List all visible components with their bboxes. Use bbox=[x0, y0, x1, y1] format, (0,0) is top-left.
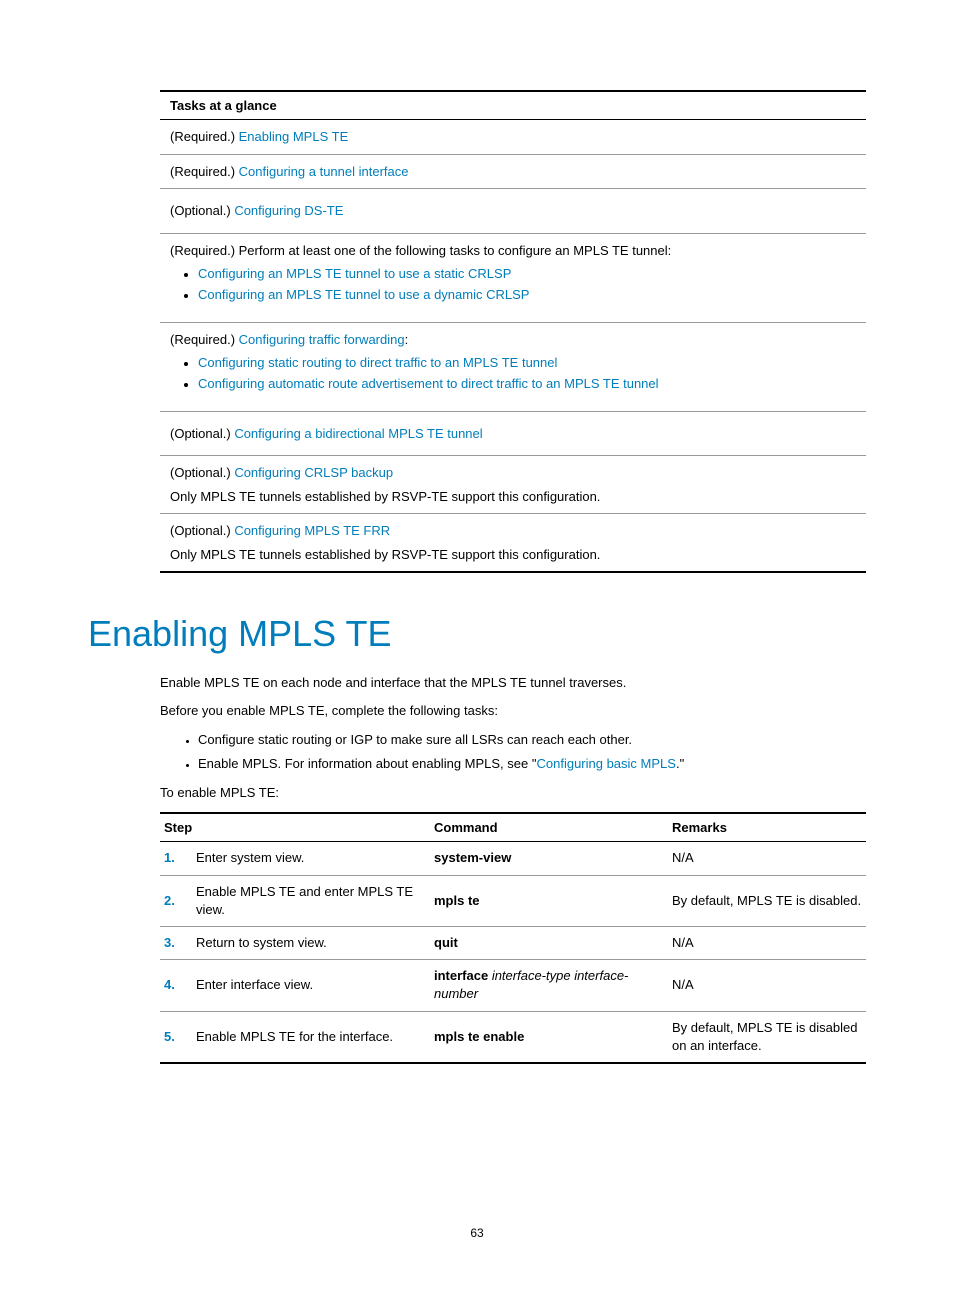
task-bullet-link[interactable]: Configuring automatic route advertisemen… bbox=[198, 376, 659, 391]
step-number: 4. bbox=[160, 960, 192, 1011]
section-heading: Enabling MPLS TE bbox=[88, 613, 866, 655]
task-suffix: : bbox=[405, 332, 409, 347]
task-note: Only MPLS TE tunnels established by RSVP… bbox=[170, 487, 856, 507]
task-row: (Required.) Perform at least one of the … bbox=[160, 233, 866, 322]
step-command: mpls te bbox=[430, 875, 668, 926]
step-number: 3. bbox=[160, 927, 192, 960]
task-row: (Required.) Enabling MPLS TE bbox=[160, 120, 866, 155]
step-desc: Return to system view. bbox=[192, 927, 430, 960]
task-prefix: (Required.) Perform at least one of the … bbox=[170, 243, 671, 258]
task-bullet-link[interactable]: Configuring static routing to direct tra… bbox=[198, 355, 557, 370]
body-paragraph: To enable MPLS TE: bbox=[160, 783, 866, 803]
task-link[interactable]: Configuring CRLSP backup bbox=[234, 465, 393, 480]
task-link[interactable]: Configuring DS-TE bbox=[234, 203, 343, 218]
step-number: 5. bbox=[160, 1011, 192, 1063]
task-prefix: (Optional.) bbox=[170, 523, 234, 538]
task-row: (Optional.) Configuring DS-TE bbox=[160, 189, 866, 234]
task-prefix: (Required.) bbox=[170, 129, 239, 144]
task-note: Only MPLS TE tunnels established by RSVP… bbox=[170, 545, 856, 565]
task-link[interactable]: Configuring MPLS TE FRR bbox=[234, 523, 390, 538]
task-prefix: (Optional.) bbox=[170, 203, 234, 218]
step-number: 2. bbox=[160, 875, 192, 926]
list-item: Enable MPLS. For information about enabl… bbox=[198, 752, 866, 775]
tasks-header: Tasks at a glance bbox=[160, 91, 866, 120]
step-desc: Enable MPLS TE and enter MPLS TE view. bbox=[192, 875, 430, 926]
steps-header-remarks: Remarks bbox=[668, 813, 866, 842]
step-desc: Enable MPLS TE for the interface. bbox=[192, 1011, 430, 1063]
step-desc: Enter system view. bbox=[192, 842, 430, 875]
list-text: ." bbox=[676, 756, 684, 771]
step-command: system-view bbox=[430, 842, 668, 875]
steps-table: Step Command Remarks 1. Enter system vie… bbox=[160, 812, 866, 1064]
body-paragraph: Enable MPLS TE on each node and interfac… bbox=[160, 673, 866, 693]
task-bullet-link[interactable]: Configuring an MPLS TE tunnel to use a d… bbox=[198, 287, 529, 302]
step-desc: Enter interface view. bbox=[192, 960, 430, 1011]
step-remarks: By default, MPLS TE is disabled on an in… bbox=[668, 1011, 866, 1063]
page-number: 63 bbox=[0, 1226, 954, 1240]
task-prefix: (Optional.) bbox=[170, 465, 234, 480]
step-remarks: N/A bbox=[668, 842, 866, 875]
step-number: 1. bbox=[160, 842, 192, 875]
task-row: (Optional.) Configuring CRLSP backup Onl… bbox=[160, 456, 866, 514]
body-paragraph: Before you enable MPLS TE, complete the … bbox=[160, 701, 866, 721]
step-command: quit bbox=[430, 927, 668, 960]
task-link[interactable]: Enabling MPLS TE bbox=[239, 129, 349, 144]
task-row: (Optional.) Configuring a bidirectional … bbox=[160, 411, 866, 456]
steps-header-step: Step bbox=[160, 813, 430, 842]
task-prefix: (Optional.) bbox=[170, 426, 234, 441]
task-prefix: (Required.) bbox=[170, 332, 239, 347]
step-remarks: N/A bbox=[668, 960, 866, 1011]
task-link[interactable]: Configuring a bidirectional MPLS TE tunn… bbox=[234, 426, 482, 441]
inline-link[interactable]: Configuring basic MPLS bbox=[536, 756, 675, 771]
step-remarks: N/A bbox=[668, 927, 866, 960]
list-text: Enable MPLS. For information about enabl… bbox=[198, 756, 536, 771]
step-remarks: By default, MPLS TE is disabled. bbox=[668, 875, 866, 926]
step-command: interface interface-type interface-numbe… bbox=[430, 960, 668, 1011]
task-row: (Required.) Configuring traffic forwardi… bbox=[160, 322, 866, 411]
task-link[interactable]: Configuring a tunnel interface bbox=[239, 164, 409, 179]
tasks-at-a-glance-table: Tasks at a glance (Required.) Enabling M… bbox=[160, 90, 866, 573]
steps-header-command: Command bbox=[430, 813, 668, 842]
task-prefix: (Required.) bbox=[170, 164, 239, 179]
task-row: (Required.) Configuring a tunnel interfa… bbox=[160, 154, 866, 189]
task-bullet-link[interactable]: Configuring an MPLS TE tunnel to use a s… bbox=[198, 266, 511, 281]
task-link[interactable]: Configuring traffic forwarding bbox=[239, 332, 405, 347]
task-row: (Optional.) Configuring MPLS TE FRR Only… bbox=[160, 514, 866, 573]
list-item: Configure static routing or IGP to make … bbox=[198, 728, 866, 751]
step-command: mpls te enable bbox=[430, 1011, 668, 1063]
